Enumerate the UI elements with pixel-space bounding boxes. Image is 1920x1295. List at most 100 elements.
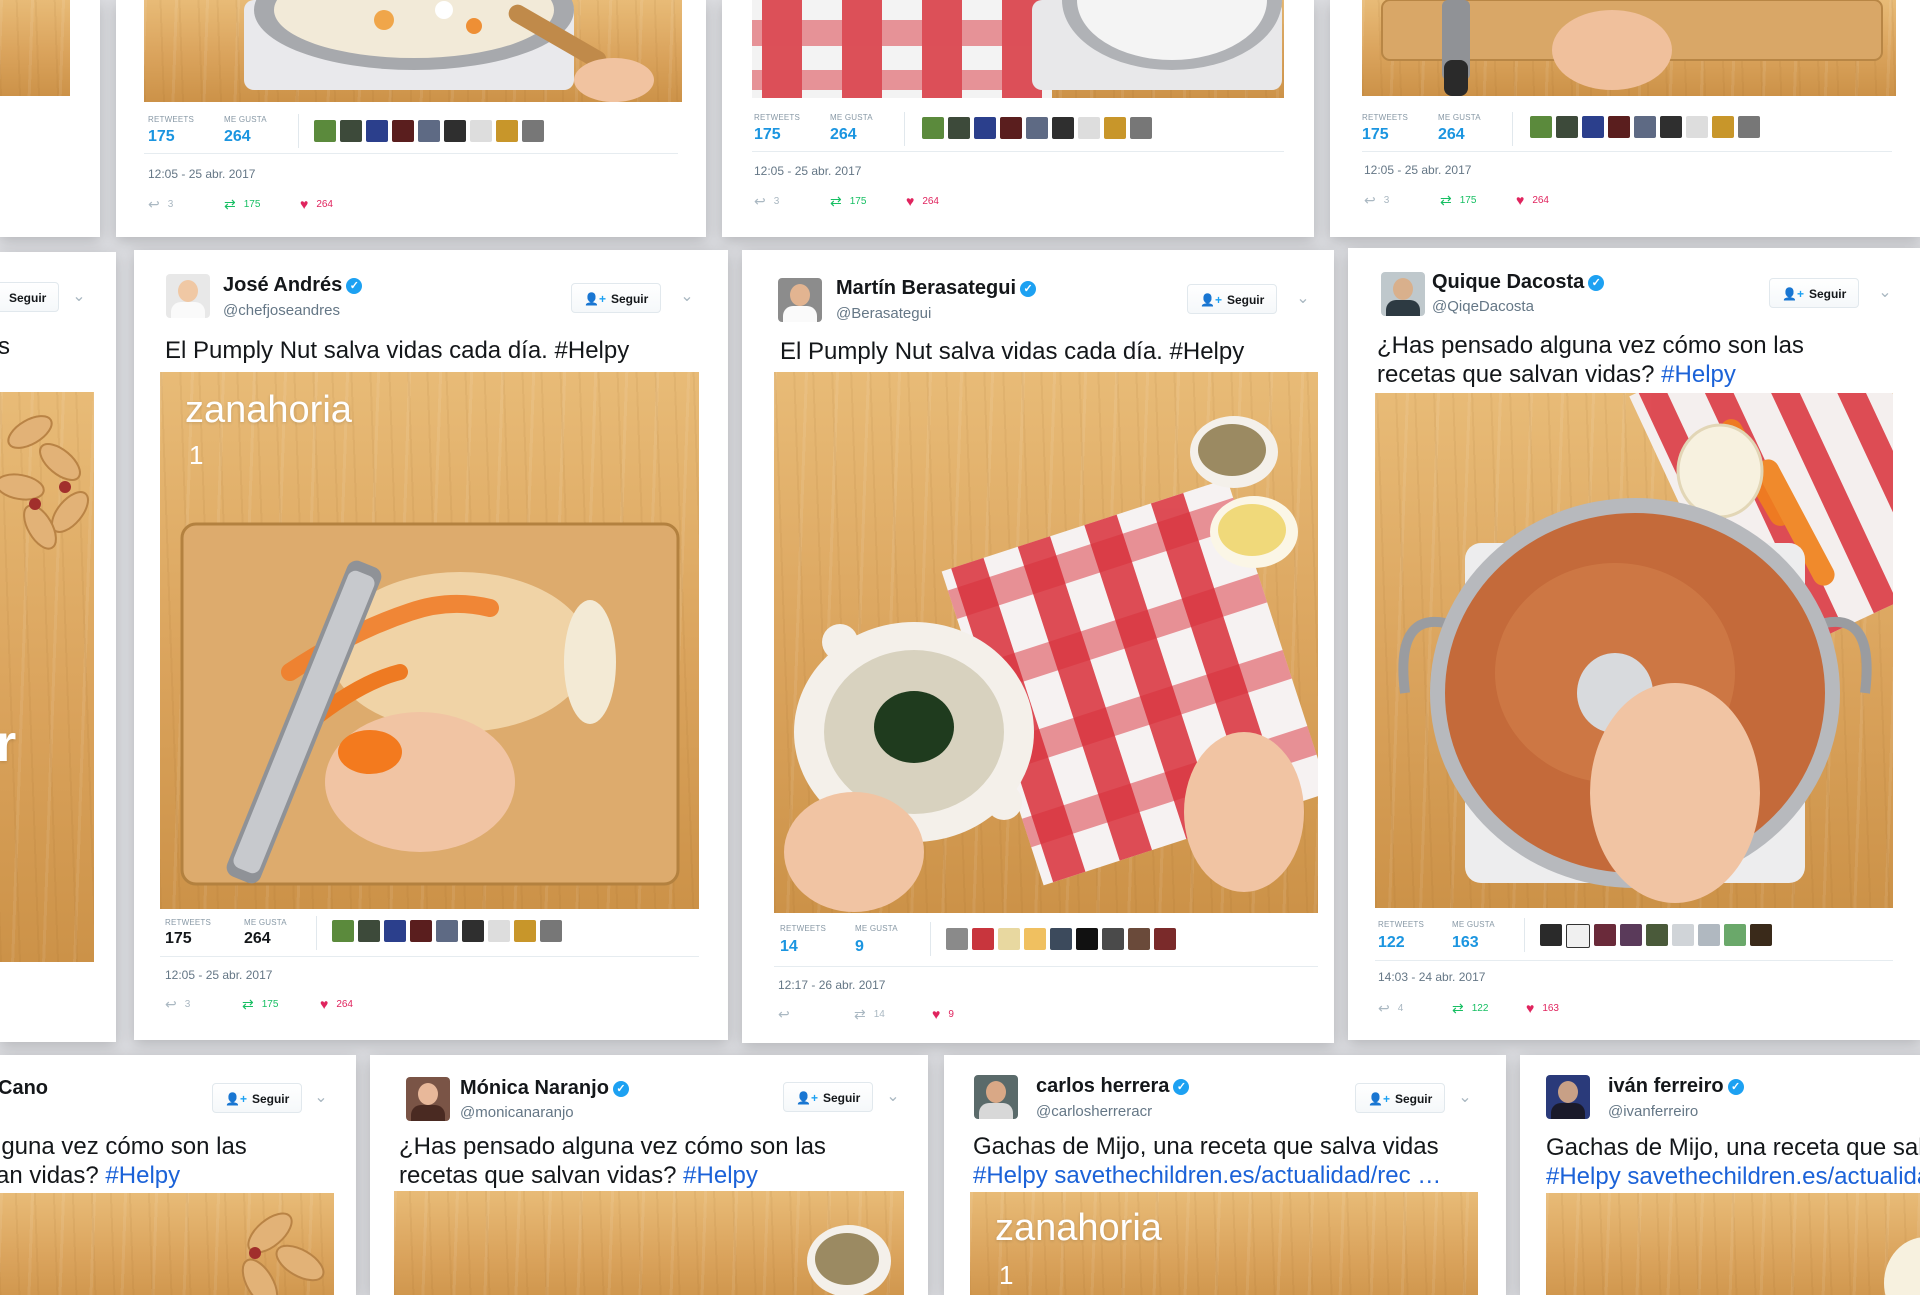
- avatar[interactable]: [1381, 272, 1425, 316]
- hashtag-link[interactable]: #Helpy: [1661, 361, 1736, 388]
- reply-button[interactable]: ↩ 3: [1364, 192, 1389, 209]
- avatar[interactable]: [1546, 1075, 1590, 1119]
- tweet-photo[interactable]: [144, 0, 682, 102]
- tweet-photo[interactable]: r: [0, 392, 94, 962]
- article-link[interactable]: savethechildren.es/actualidad/rec: [1054, 1162, 1410, 1189]
- chevron-down-icon[interactable]: ⌄: [1456, 1089, 1474, 1107]
- hashtag-link[interactable]: #Helpy: [105, 1162, 180, 1189]
- reply-button[interactable]: ↩ 3: [754, 193, 779, 210]
- user-handle[interactable]: @carlosherreracr: [1036, 1103, 1152, 1120]
- user-handle[interactable]: @chefjoseandres: [223, 302, 340, 319]
- retweet-button[interactable]: ⇄ 175: [830, 193, 866, 210]
- reply-button[interactable]: ↩: [778, 1006, 790, 1023]
- user-name[interactable]: Martín Berasategui ✓: [836, 277, 1037, 300]
- avatar[interactable]: [974, 1075, 1018, 1119]
- user-name[interactable]: iván ferreiro ✓: [1608, 1075, 1744, 1098]
- retweet-button[interactable]: ⇄ 122: [1452, 1000, 1488, 1017]
- follow-button[interactable]: 👤+ Seguir: [571, 283, 662, 313]
- reply-button[interactable]: ↩ 4: [1378, 1000, 1403, 1017]
- retweet-button[interactable]: ⇄ 175: [1440, 192, 1476, 209]
- article-link[interactable]: savethechildren.es/actualida: [1627, 1163, 1920, 1190]
- tweet-timestamp[interactable]: 12:05 - 25 abr. 2017: [754, 164, 861, 178]
- photo-overlay-letter: r: [0, 715, 17, 773]
- tweet-timestamp[interactable]: 12:05 - 25 abr. 2017: [148, 167, 255, 181]
- follow-button[interactable]: 👤+ Seguir: [1769, 278, 1860, 308]
- tweet-card-jose-andres: José Andrés ✓ @chefjoseandres 👤+ Seguir ⌄ …: [134, 250, 728, 1040]
- likes-count[interactable]: 264: [830, 126, 857, 144]
- verified-badge-icon: ✓: [1020, 281, 1037, 297]
- likes-count[interactable]: 163: [1452, 934, 1479, 952]
- tweet-text: El Pumply Nut salva vidas cada día. #Hel…: [165, 337, 630, 364]
- reply-button[interactable]: ↩ 3: [148, 196, 173, 213]
- follow-person-icon: 👤+: [225, 1092, 247, 1106]
- likes-count[interactable]: 264: [244, 930, 271, 948]
- retweets-count[interactable]: 14: [780, 938, 798, 956]
- retweet-button[interactable]: ⇄ 175: [224, 196, 260, 213]
- reply-icon: ↩: [1378, 1000, 1390, 1016]
- photo-overlay-word: zanahoria: [185, 389, 352, 431]
- chevron-down-icon[interactable]: ⌄: [70, 288, 88, 306]
- chevron-down-icon[interactable]: ⌄: [312, 1089, 330, 1107]
- likes-count[interactable]: 264: [1438, 126, 1465, 144]
- reply-button[interactable]: ↩ 3: [165, 996, 190, 1013]
- follow-button[interactable]: 👤+ Seguir: [1187, 284, 1278, 314]
- avatar[interactable]: [166, 274, 210, 318]
- follow-button[interactable]: Seguir: [0, 282, 60, 312]
- like-button[interactable]: ♥ 264: [1516, 192, 1549, 208]
- tweet-timestamp[interactable]: 14:03 - 24 abr. 2017: [1378, 970, 1485, 984]
- tweet-photo[interactable]: zanahoria 1: [160, 372, 699, 909]
- chevron-down-icon[interactable]: ⌄: [678, 288, 696, 306]
- avatar[interactable]: [406, 1077, 450, 1121]
- hashtag-link[interactable]: #Helpy: [973, 1162, 1048, 1189]
- like-button[interactable]: ♥ 163: [1526, 1000, 1559, 1016]
- follow-button[interactable]: 👤+ Seguir: [212, 1083, 303, 1113]
- user-name[interactable]: Quique Dacosta ✓: [1432, 271, 1605, 294]
- follow-button[interactable]: 👤+ Seguir: [1355, 1083, 1446, 1113]
- retweets-label: RETWEETS: [754, 113, 801, 122]
- like-button[interactable]: ♥ 264: [300, 196, 333, 212]
- like-button[interactable]: ♥ 9: [932, 1006, 954, 1022]
- tweet-photo[interactable]: [0, 0, 70, 96]
- user-handle[interactable]: @QiqeDacosta: [1432, 298, 1534, 315]
- chevron-down-icon[interactable]: ⌄: [884, 1088, 902, 1106]
- tweet-timestamp[interactable]: 12:17 - 26 abr. 2017: [778, 978, 885, 992]
- tweet-timestamp[interactable]: 12:05 - 25 abr. 2017: [165, 968, 272, 982]
- verified-badge-icon: ✓: [1727, 1079, 1744, 1095]
- like-button[interactable]: ♥ 264: [906, 193, 939, 209]
- avatar[interactable]: [778, 278, 822, 322]
- tweet-card-martin-berasategui: Martín Berasategui ✓ @Berasategui 👤+ Segui…: [742, 250, 1334, 1043]
- retweets-count[interactable]: 175: [754, 126, 781, 144]
- tweet-photo[interactable]: [752, 0, 1284, 98]
- user-name[interactable]: Cano: [0, 1077, 48, 1100]
- user-handle[interactable]: @monicanaranjo: [460, 1104, 574, 1121]
- like-button[interactable]: ♥ 264: [320, 996, 353, 1012]
- tweet-photo[interactable]: [1362, 0, 1896, 96]
- user-name[interactable]: Mónica Naranjo ✓: [460, 1077, 629, 1100]
- retweets-count[interactable]: 122: [1378, 934, 1405, 952]
- tweet-photo[interactable]: [774, 372, 1318, 913]
- retweet-button[interactable]: ⇄ 175: [242, 996, 278, 1013]
- hashtag-link[interactable]: #Helpy: [1546, 1163, 1621, 1190]
- tweet-timestamp[interactable]: 12:05 - 25 abr. 2017: [1364, 163, 1471, 177]
- chevron-down-icon[interactable]: ⌄: [1876, 284, 1894, 302]
- user-name[interactable]: José Andrés ✓: [223, 274, 363, 297]
- heart-icon: ♥: [906, 193, 915, 209]
- retweets-count[interactable]: 175: [148, 128, 175, 146]
- tweet-card-left-edge: Seguir ⌄ s r: [0, 252, 116, 1042]
- hashtag-link[interactable]: #Helpy: [683, 1162, 758, 1189]
- user-name[interactable]: carlos herrera ✓: [1036, 1075, 1190, 1098]
- retweet-button[interactable]: ⇄ 14: [854, 1006, 885, 1023]
- liker-avatars: [332, 920, 562, 942]
- user-handle[interactable]: @ivanferreiro: [1608, 1103, 1698, 1120]
- tweet-photo[interactable]: [394, 1191, 904, 1295]
- user-handle[interactable]: @Berasategui: [836, 305, 931, 322]
- retweets-count[interactable]: 175: [1362, 126, 1389, 144]
- retweet-icon: ⇄: [1440, 192, 1452, 208]
- likes-count[interactable]: 264: [224, 128, 251, 146]
- likes-count[interactable]: 9: [855, 938, 864, 956]
- retweets-count[interactable]: 175: [165, 930, 192, 948]
- tweet-photo[interactable]: [1375, 393, 1893, 908]
- liker-avatars: [946, 928, 1176, 950]
- follow-button[interactable]: 👤+ Seguir: [783, 1082, 874, 1112]
- chevron-down-icon[interactable]: ⌄: [1294, 290, 1312, 308]
